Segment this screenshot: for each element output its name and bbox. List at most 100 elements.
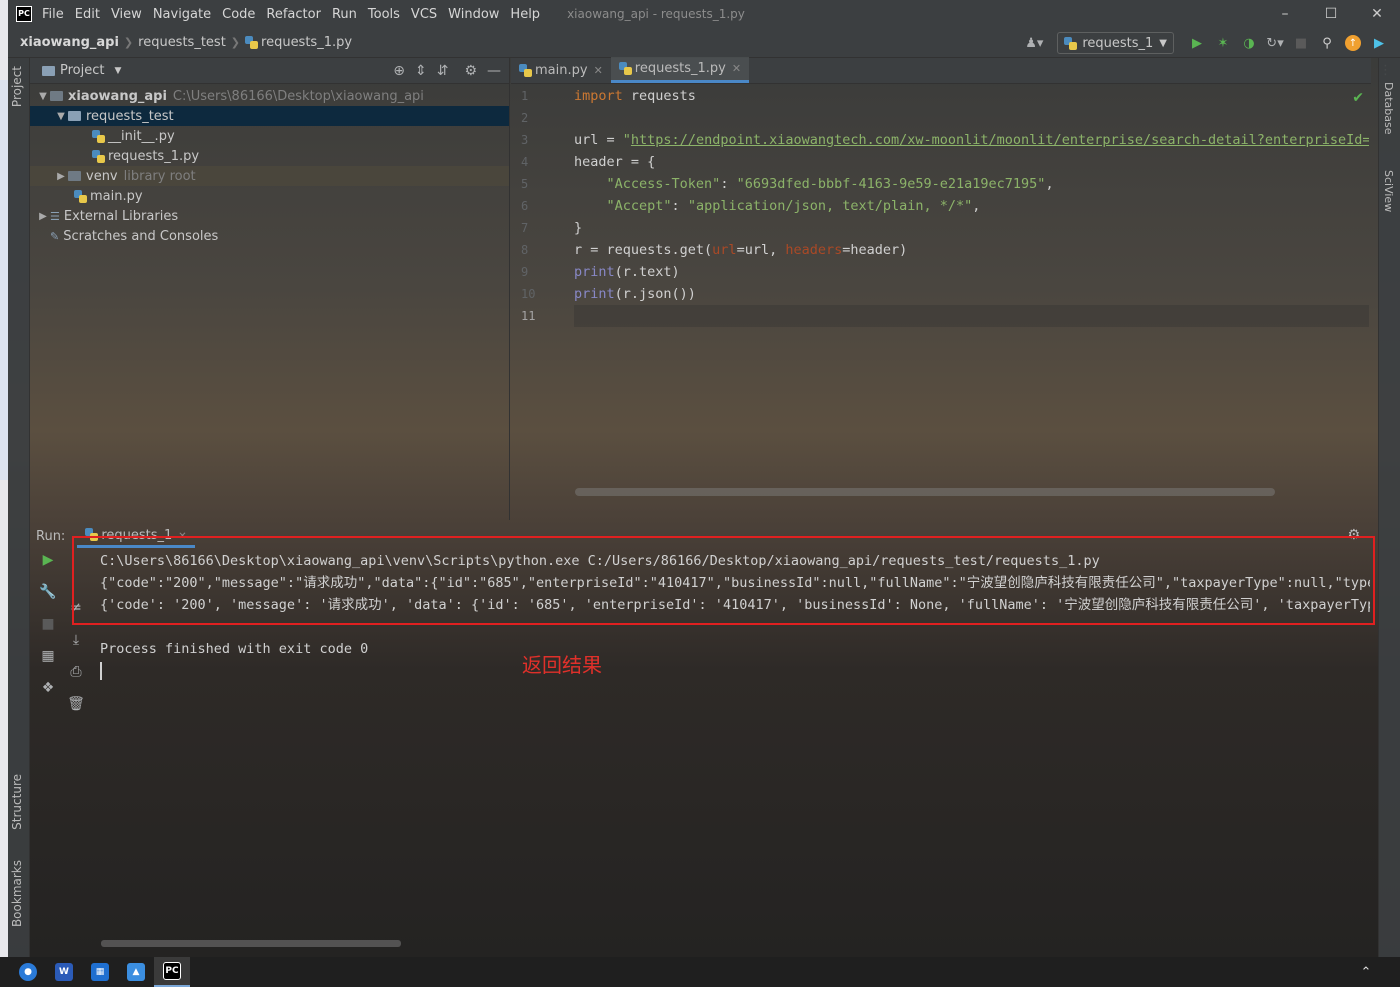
code-text: (r.text) [614, 264, 680, 280]
browser-icon: ● [19, 963, 37, 981]
code-text: =url, [736, 242, 786, 258]
tree-item-init-py[interactable]: __init__.py [30, 126, 509, 146]
database-tool-tab[interactable]: Database [1382, 82, 1395, 135]
menu-code[interactable]: Code [222, 7, 255, 22]
chevron-down-icon: ▼ [57, 110, 65, 122]
tab-label: main.py [535, 62, 588, 78]
menu-help[interactable]: Help [510, 7, 540, 22]
menu-tools[interactable]: Tools [368, 7, 400, 22]
chevron-down-icon: ▼ [114, 65, 122, 76]
code-editor[interactable]: import requests url = "https://endpoint.… [574, 85, 1369, 495]
profile-icon[interactable]: ↻▾ [1266, 35, 1283, 51]
menu-edit[interactable]: Edit [75, 7, 100, 22]
breadcrumb-folder[interactable]: requests_test [138, 35, 226, 50]
url-link[interactable]: https://endpoint.xiaowangtech.com/xw-moo… [631, 132, 1369, 148]
gear-icon[interactable]: ⚙ [464, 63, 477, 79]
console-horizontal-scrollbar[interactable] [101, 940, 401, 947]
locate-icon[interactable]: ⊕ [393, 63, 405, 79]
console-cursor-line [100, 660, 1370, 682]
code-text: header = { [574, 154, 656, 170]
taskbar-app-wps[interactable]: W [46, 957, 82, 987]
sciview-tool-tab[interactable]: SciView [1382, 170, 1395, 212]
line-number: 2 [521, 111, 529, 125]
rerun-icon[interactable]: ▶ [36, 552, 60, 584]
run-icon[interactable]: ▶ [1189, 35, 1205, 51]
chevron-down-icon: ▼ [1159, 37, 1167, 49]
code-line-current [574, 305, 1369, 327]
tray-partial-icon[interactable] [1384, 957, 1400, 987]
pin-icon[interactable]: ❖ [36, 680, 60, 712]
taskbar-app-image[interactable]: ▲ [118, 957, 154, 987]
stop-icon[interactable]: ■ [36, 616, 60, 648]
tree-item-requests-1-py[interactable]: requests_1.py [30, 146, 509, 166]
maximize-icon[interactable]: ☐ [1308, 0, 1354, 28]
menu-vcs[interactable]: VCS [411, 7, 437, 22]
minimize-icon[interactable]: – [1262, 0, 1308, 28]
structure-tool-tab[interactable]: Structure [10, 774, 24, 830]
tree-item-xiaowang-api[interactable]: ▼ xiaowang_api C:\Users\86166\Desktop\xi… [30, 86, 509, 106]
print-icon[interactable]: ⎙ [64, 664, 88, 696]
close-tab-icon[interactable]: ✕ [732, 62, 741, 75]
tree-item-requests-test[interactable]: ▼ requests_test [30, 106, 509, 126]
tree-item-external-libraries[interactable]: ▶ ☰ External Libraries [30, 206, 509, 226]
project-panel-tools: ⊕ ⇕ ⇵ ⚙ — [383, 58, 501, 84]
left-tool-stripe: Project Structure Bookmarks [8, 58, 30, 957]
breadcrumb-file[interactable]: requests_1.py [261, 35, 352, 50]
line-number: 9 [521, 265, 529, 279]
keyword: import [574, 88, 623, 104]
stop-icon[interactable]: ■ [1293, 35, 1309, 51]
editor-horizontal-scrollbar[interactable] [575, 488, 1275, 496]
close-icon[interactable]: ✕ [1354, 0, 1400, 28]
tab-requests-1-py[interactable]: requests_1.py ✕ [610, 57, 750, 83]
code-line: } [574, 217, 1369, 239]
breadcrumb-project[interactable]: xiaowang_api [20, 35, 119, 50]
search-icon[interactable]: ⚲ [1319, 35, 1335, 51]
taskbar-app-pycharm[interactable]: PC [154, 957, 190, 987]
coverage-icon[interactable]: ◑ [1241, 35, 1257, 51]
project-view-selector[interactable]: Project ▼ [42, 63, 121, 78]
tree-item-scratches[interactable]: ✎ Scratches and Consoles [30, 226, 509, 246]
menu-window[interactable]: Window [448, 7, 499, 22]
menu-navigate[interactable]: Navigate [153, 7, 211, 22]
user-icon[interactable]: ♟▾ [1025, 35, 1043, 51]
code-with-me-icon[interactable]: ▶ [1371, 35, 1387, 51]
code-text: : [671, 198, 688, 214]
expand-all-icon[interactable]: ⇕ [415, 63, 427, 79]
update-icon[interactable]: ↑ [1345, 35, 1361, 51]
collapse-all-icon[interactable]: ⇵ [437, 63, 449, 79]
tree-item-label: requests_1.py [108, 148, 200, 164]
menu-refactor[interactable]: Refactor [266, 7, 321, 22]
menu-view[interactable]: View [111, 7, 142, 22]
python-file-icon [92, 149, 105, 163]
tree-item-label: __init__.py [108, 128, 175, 144]
scratches-icon: ✎ [50, 229, 60, 243]
debug-icon[interactable]: ✶ [1215, 35, 1231, 51]
taskbar-app-browser[interactable]: ● [10, 957, 46, 987]
bookmarks-tool-tab[interactable]: Bookmarks [10, 860, 24, 927]
toolbar-right: ♟▾ requests_1 ▼ ▶ ✶ ◑ ↻▾ ■ ⚲ ↑ ▶ [1021, 28, 1392, 58]
line-number: 3 [521, 133, 529, 147]
chevron-right-icon: ▶ [39, 210, 47, 222]
taskbar-app-calendar[interactable]: ▦ [82, 957, 118, 987]
tray-expand-icon[interactable]: ⌃ [1348, 957, 1384, 987]
tab-main-py[interactable]: main.py ✕ [511, 57, 611, 83]
tree-item-venv[interactable]: ▶ venv library root [30, 166, 509, 186]
text-caret [100, 662, 102, 680]
code-line: import requests [574, 85, 1369, 107]
menu-file[interactable]: File [42, 7, 64, 22]
tree-item-main-py[interactable]: main.py [30, 186, 509, 206]
taskbar-app-partial[interactable] [0, 957, 10, 987]
layout-icon[interactable]: ▦ [36, 648, 60, 680]
python-file-icon [245, 36, 259, 49]
wrench-icon[interactable]: 🔧 [36, 584, 60, 616]
close-tab-icon[interactable]: ✕ [594, 64, 603, 77]
project-tool-tab[interactable]: Project [10, 66, 24, 107]
menu-run[interactable]: Run [332, 7, 357, 22]
trash-icon[interactable]: 🗑 [64, 696, 88, 728]
inspection-ok-icon[interactable]: ✔ [1352, 90, 1364, 106]
scroll-to-end-icon[interactable]: ⤓ [64, 632, 88, 664]
run-config-selector[interactable]: requests_1 ▼ [1057, 32, 1174, 54]
hide-icon[interactable]: — [487, 63, 501, 79]
project-panel-title: Project [60, 63, 105, 78]
desktop-edge [0, 0, 8, 987]
